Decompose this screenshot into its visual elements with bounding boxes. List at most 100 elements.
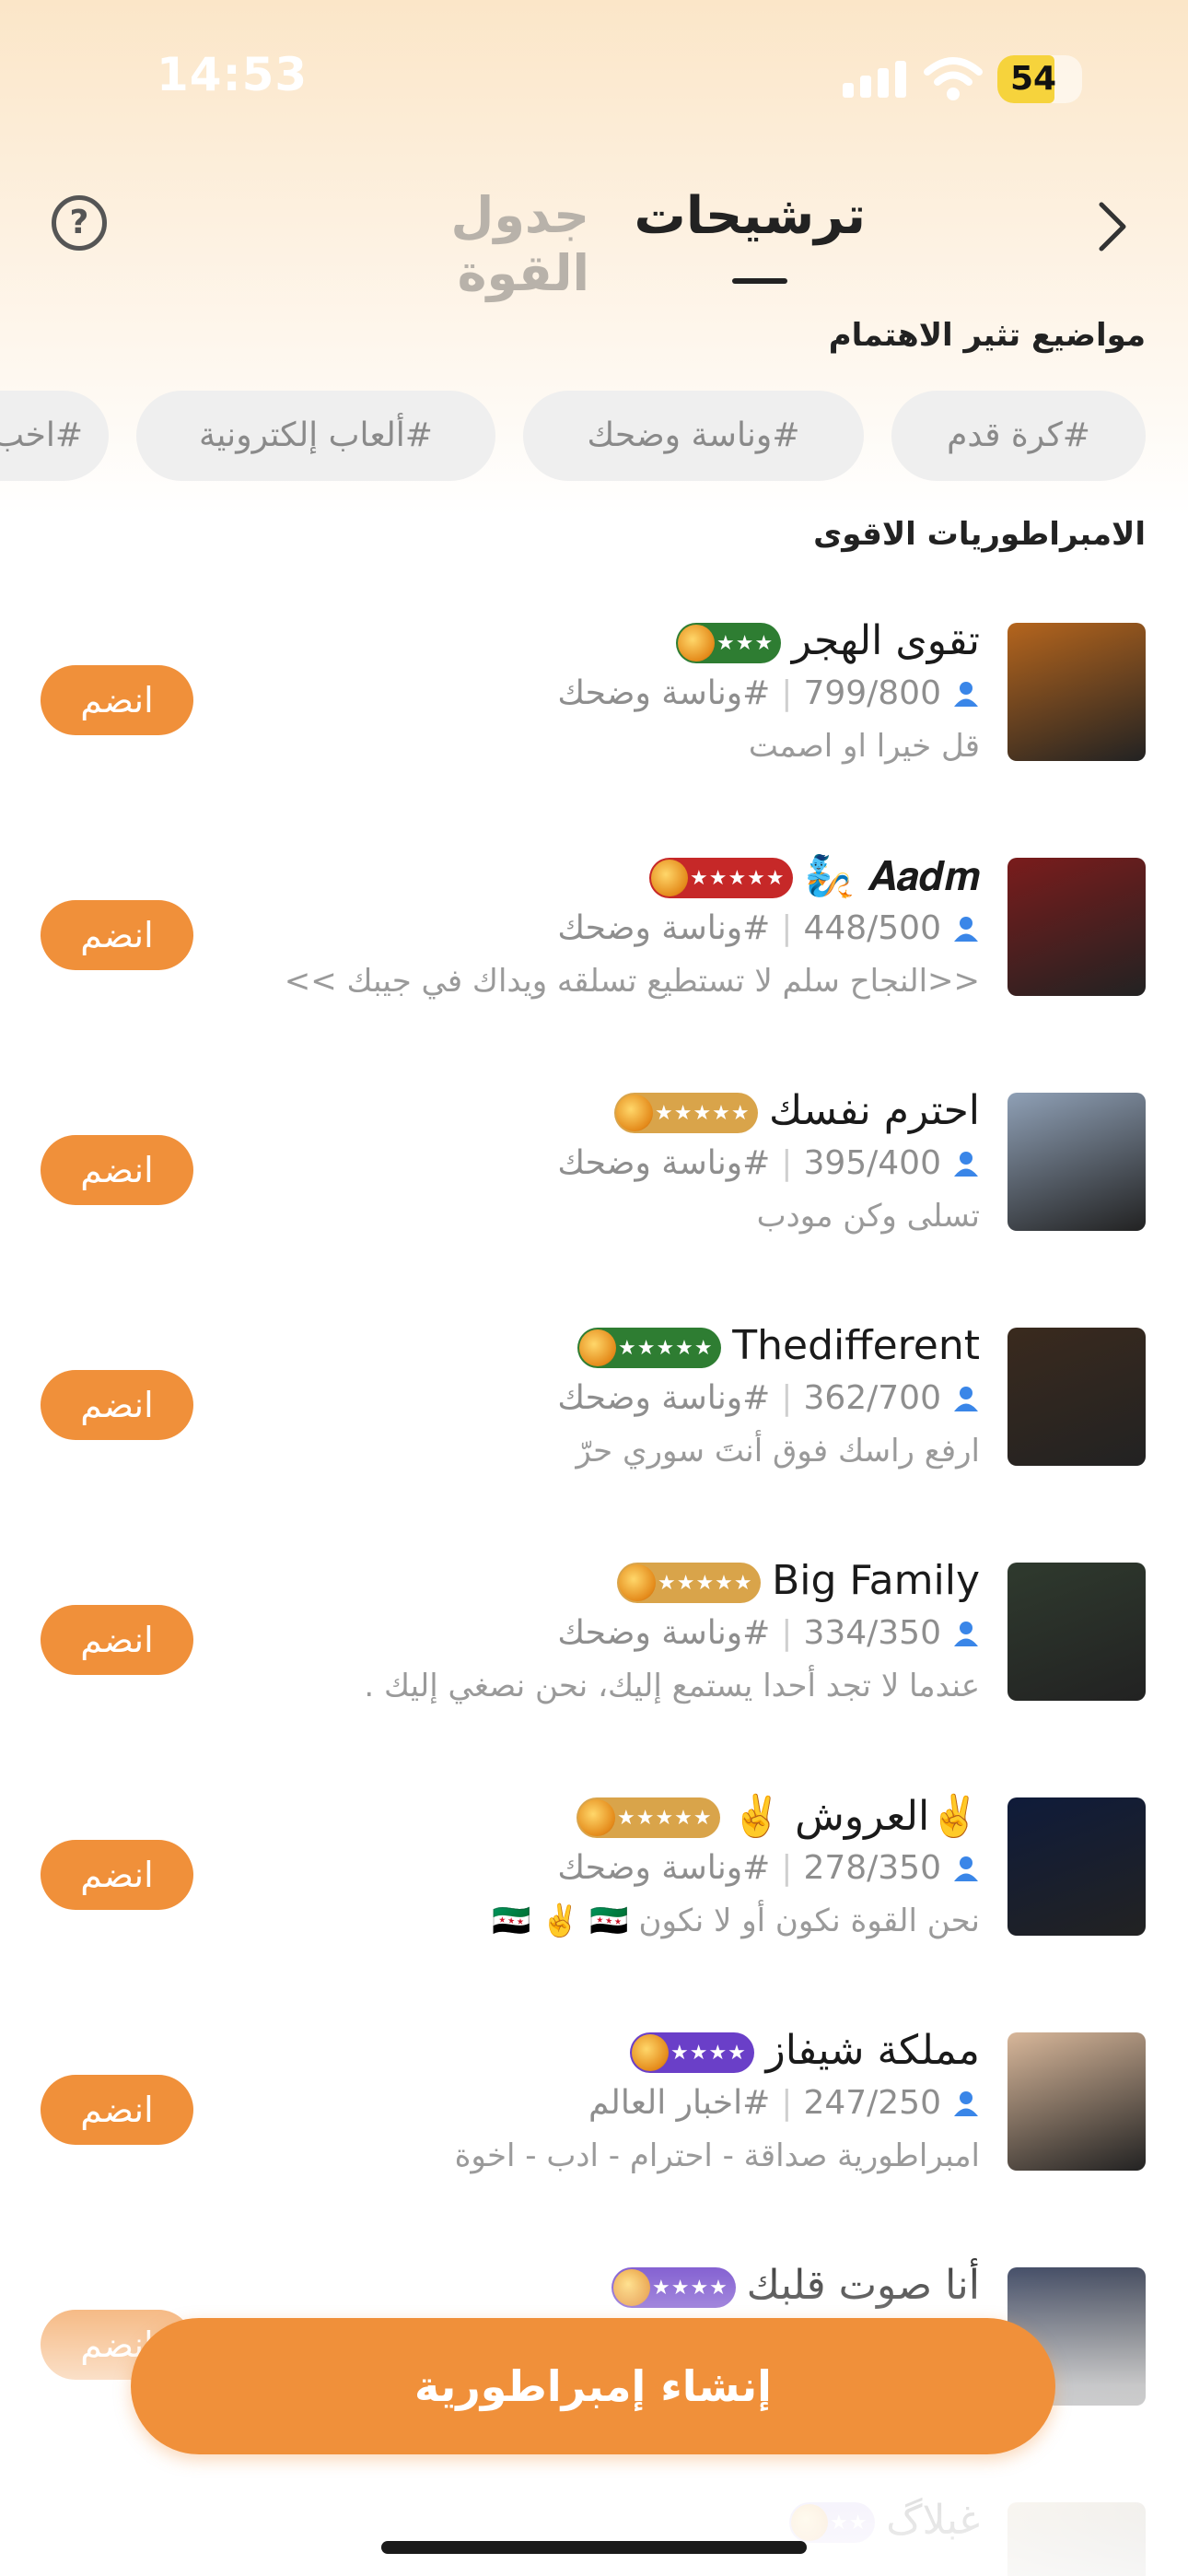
chip-football[interactable]: #كرة قدم (891, 391, 1146, 481)
badge-stars: ★★★★ (670, 2041, 747, 2065)
active-tab-indicator (732, 278, 787, 284)
empire-description: نحن القوة نكون أو لا نكون 🇸🇾 ✌️ 🇸🇾 (492, 1903, 980, 1939)
person-icon (954, 2090, 978, 2116)
empire-description: <<النجاح سلم لا تستطيع تسلقه ويداك في جي… (284, 963, 980, 1000)
empire-avatar[interactable] (1007, 1797, 1146, 1936)
empire-row[interactable]: غبلاگ ★★ (0, 2497, 1188, 2576)
empire-meta: 247/250 | #اخبار العالم (588, 2084, 980, 2122)
meta-separator: | (781, 1144, 793, 1182)
member-count: 448/500 (803, 909, 941, 947)
empire-tag: #وناسة وضحك (557, 1379, 771, 1417)
join-button[interactable]: انضم (41, 900, 193, 970)
join-button[interactable]: انضم (41, 1605, 193, 1675)
member-count: 395/400 (803, 1144, 941, 1182)
empire-meta: 448/500 | #وناسة وضحك (557, 909, 980, 947)
chip-fun[interactable]: #وناسة وضحك (523, 391, 864, 481)
meta-separator: | (781, 1379, 793, 1417)
empire-name: 𝑨𝒂𝒅𝒎 🧞 (803, 853, 980, 900)
person-icon (954, 1386, 978, 1411)
empire-name: احترم نفسك (768, 1087, 980, 1134)
empire-meta: 799/800 | #وناسة وضحك (557, 674, 980, 712)
empire-row[interactable]: احترم نفسك ★★★★★ 395/400 | #وناسة وضحك تسلى و… (0, 1087, 1188, 1277)
empire-row[interactable]: ✌️العروش ✌️ ★★★★★ 278/350 | #وناسة وضحك نحن ا… (0, 1793, 1188, 1982)
level-badge: ★★★★★ (617, 1563, 761, 1603)
join-button[interactable]: انضم (41, 2075, 193, 2145)
chip-games[interactable]: #ألعاب إلكترونية (136, 391, 495, 481)
member-count: 278/350 (803, 1849, 941, 1887)
empire-meta: 334/350 | #وناسة وضحك (557, 1614, 980, 1652)
battery-indicator: 54 (997, 55, 1082, 103)
tab-power-table[interactable]: جدول القوة (322, 186, 589, 302)
member-count: 799/800 (803, 674, 941, 712)
empires-section-title: الامبراطوريات الاقوى (813, 516, 1146, 553)
person-icon (954, 916, 978, 942)
member-count: 247/250 (803, 2084, 941, 2122)
meta-separator: | (781, 674, 793, 712)
status-time: 14:53 (157, 48, 309, 101)
badge-stars: ★★★★ (652, 2276, 728, 2300)
status-bar: 14:53 54 (0, 0, 1188, 138)
empire-description: قل خيرا او اصمت (748, 728, 980, 765)
battery-level: 54 (1010, 60, 1057, 98)
empire-row[interactable]: Big Family ★★★★★ 334/350 | #وناسة وضحك عندما … (0, 1557, 1188, 1747)
empire-avatar[interactable] (1007, 623, 1146, 761)
empire-name: Thedifferent (732, 1322, 980, 1369)
level-badge: ★★★★ (611, 2267, 736, 2308)
join-button[interactable]: انضم (41, 1370, 193, 1440)
person-icon (954, 1621, 978, 1646)
empire-avatar[interactable] (1007, 858, 1146, 996)
badge-stars: ★★★★★ (655, 1101, 751, 1125)
empire-avatar[interactable] (1007, 1563, 1146, 1701)
help-circle-icon[interactable]: ? (52, 195, 107, 251)
empire-description: تسلى وكن مودب (756, 1198, 980, 1235)
level-badge: ★★★★★ (577, 1328, 721, 1368)
create-empire-button[interactable]: إنشاء إمبراطورية (131, 2318, 1055, 2454)
badge-emblem-icon (578, 1799, 615, 1836)
empire-tag: #وناسة وضحك (557, 1614, 771, 1652)
badge-emblem-icon (678, 625, 715, 662)
badge-emblem-icon (619, 1564, 656, 1601)
tab-nominations[interactable]: ترشيحات (635, 186, 866, 246)
badge-emblem-icon (616, 1095, 653, 1131)
badge-emblem-icon (791, 2504, 828, 2541)
empire-meta: 395/400 | #وناسة وضحك (557, 1144, 980, 1182)
badge-emblem-icon (613, 2269, 650, 2306)
empire-name: ✌️العروش ✌️ (731, 1793, 980, 1840)
badge-stars: ★★★★★ (690, 866, 786, 890)
empire-row[interactable]: Thedifferent ★★★★★ 362/700 | #وناسة وضحك ارفع… (0, 1322, 1188, 1512)
chevron-right-icon[interactable] (1094, 199, 1131, 254)
topic-chips: #كرة قدم #وناسة وضحك #ألعاب إلكترونية #ا… (0, 391, 1188, 483)
empire-row[interactable]: تقوى الهجر ★★★ 799/800 | #وناسة وضحك قل خيرا … (0, 617, 1188, 807)
join-button[interactable]: انضم (41, 1135, 193, 1205)
badge-stars: ★★ (830, 2511, 868, 2535)
level-badge: ★★★★★ (614, 1093, 758, 1133)
badge-stars: ★★★★★ (658, 1571, 753, 1595)
level-badge: ★★★ (676, 623, 782, 663)
join-button[interactable]: انضم (41, 1840, 193, 1910)
empire-avatar[interactable] (1007, 2032, 1146, 2171)
join-button[interactable]: انضم (41, 665, 193, 735)
meta-separator: | (781, 2084, 793, 2122)
empire-row[interactable]: 𝑨𝒂𝒅𝒎 🧞 ★★★★★ 448/500 | #وناسة وضحك <<النجاح س… (0, 853, 1188, 1042)
home-indicator (381, 2541, 807, 2554)
empire-name: غبلاگ (886, 2497, 980, 2544)
chip-news[interactable]: #اخب (0, 391, 109, 481)
person-icon (954, 1151, 978, 1177)
empire-name: تقوى الهجر (791, 617, 980, 664)
level-badge: ★★★★ (630, 2032, 754, 2073)
empire-avatar[interactable] (1007, 2502, 1146, 2576)
empire-avatar[interactable] (1007, 1093, 1146, 1231)
wifi-icon (924, 57, 983, 100)
empire-description: عندما لا تجد أحدا يستمع إليك، نحن نصغي إ… (364, 1668, 980, 1704)
empire-name: أنا صوت قلبك (746, 2262, 980, 2309)
empire-avatar[interactable] (1007, 1328, 1146, 1466)
badge-emblem-icon (651, 860, 688, 896)
topics-section-title: مواضيع تثير الاهتمام (828, 317, 1146, 354)
member-count: 362/700 (803, 1379, 941, 1417)
meta-separator: | (781, 1849, 793, 1887)
empire-name: مملكة شيفاز (765, 2027, 980, 2074)
empire-row[interactable]: مملكة شيفاز ★★★★ 247/250 | #اخبار العالم امبر… (0, 2027, 1188, 2217)
meta-separator: | (781, 909, 793, 947)
empire-description: ارفع راسك فوق أنتَ سوري حرّ (576, 1433, 980, 1469)
person-icon (954, 681, 978, 707)
